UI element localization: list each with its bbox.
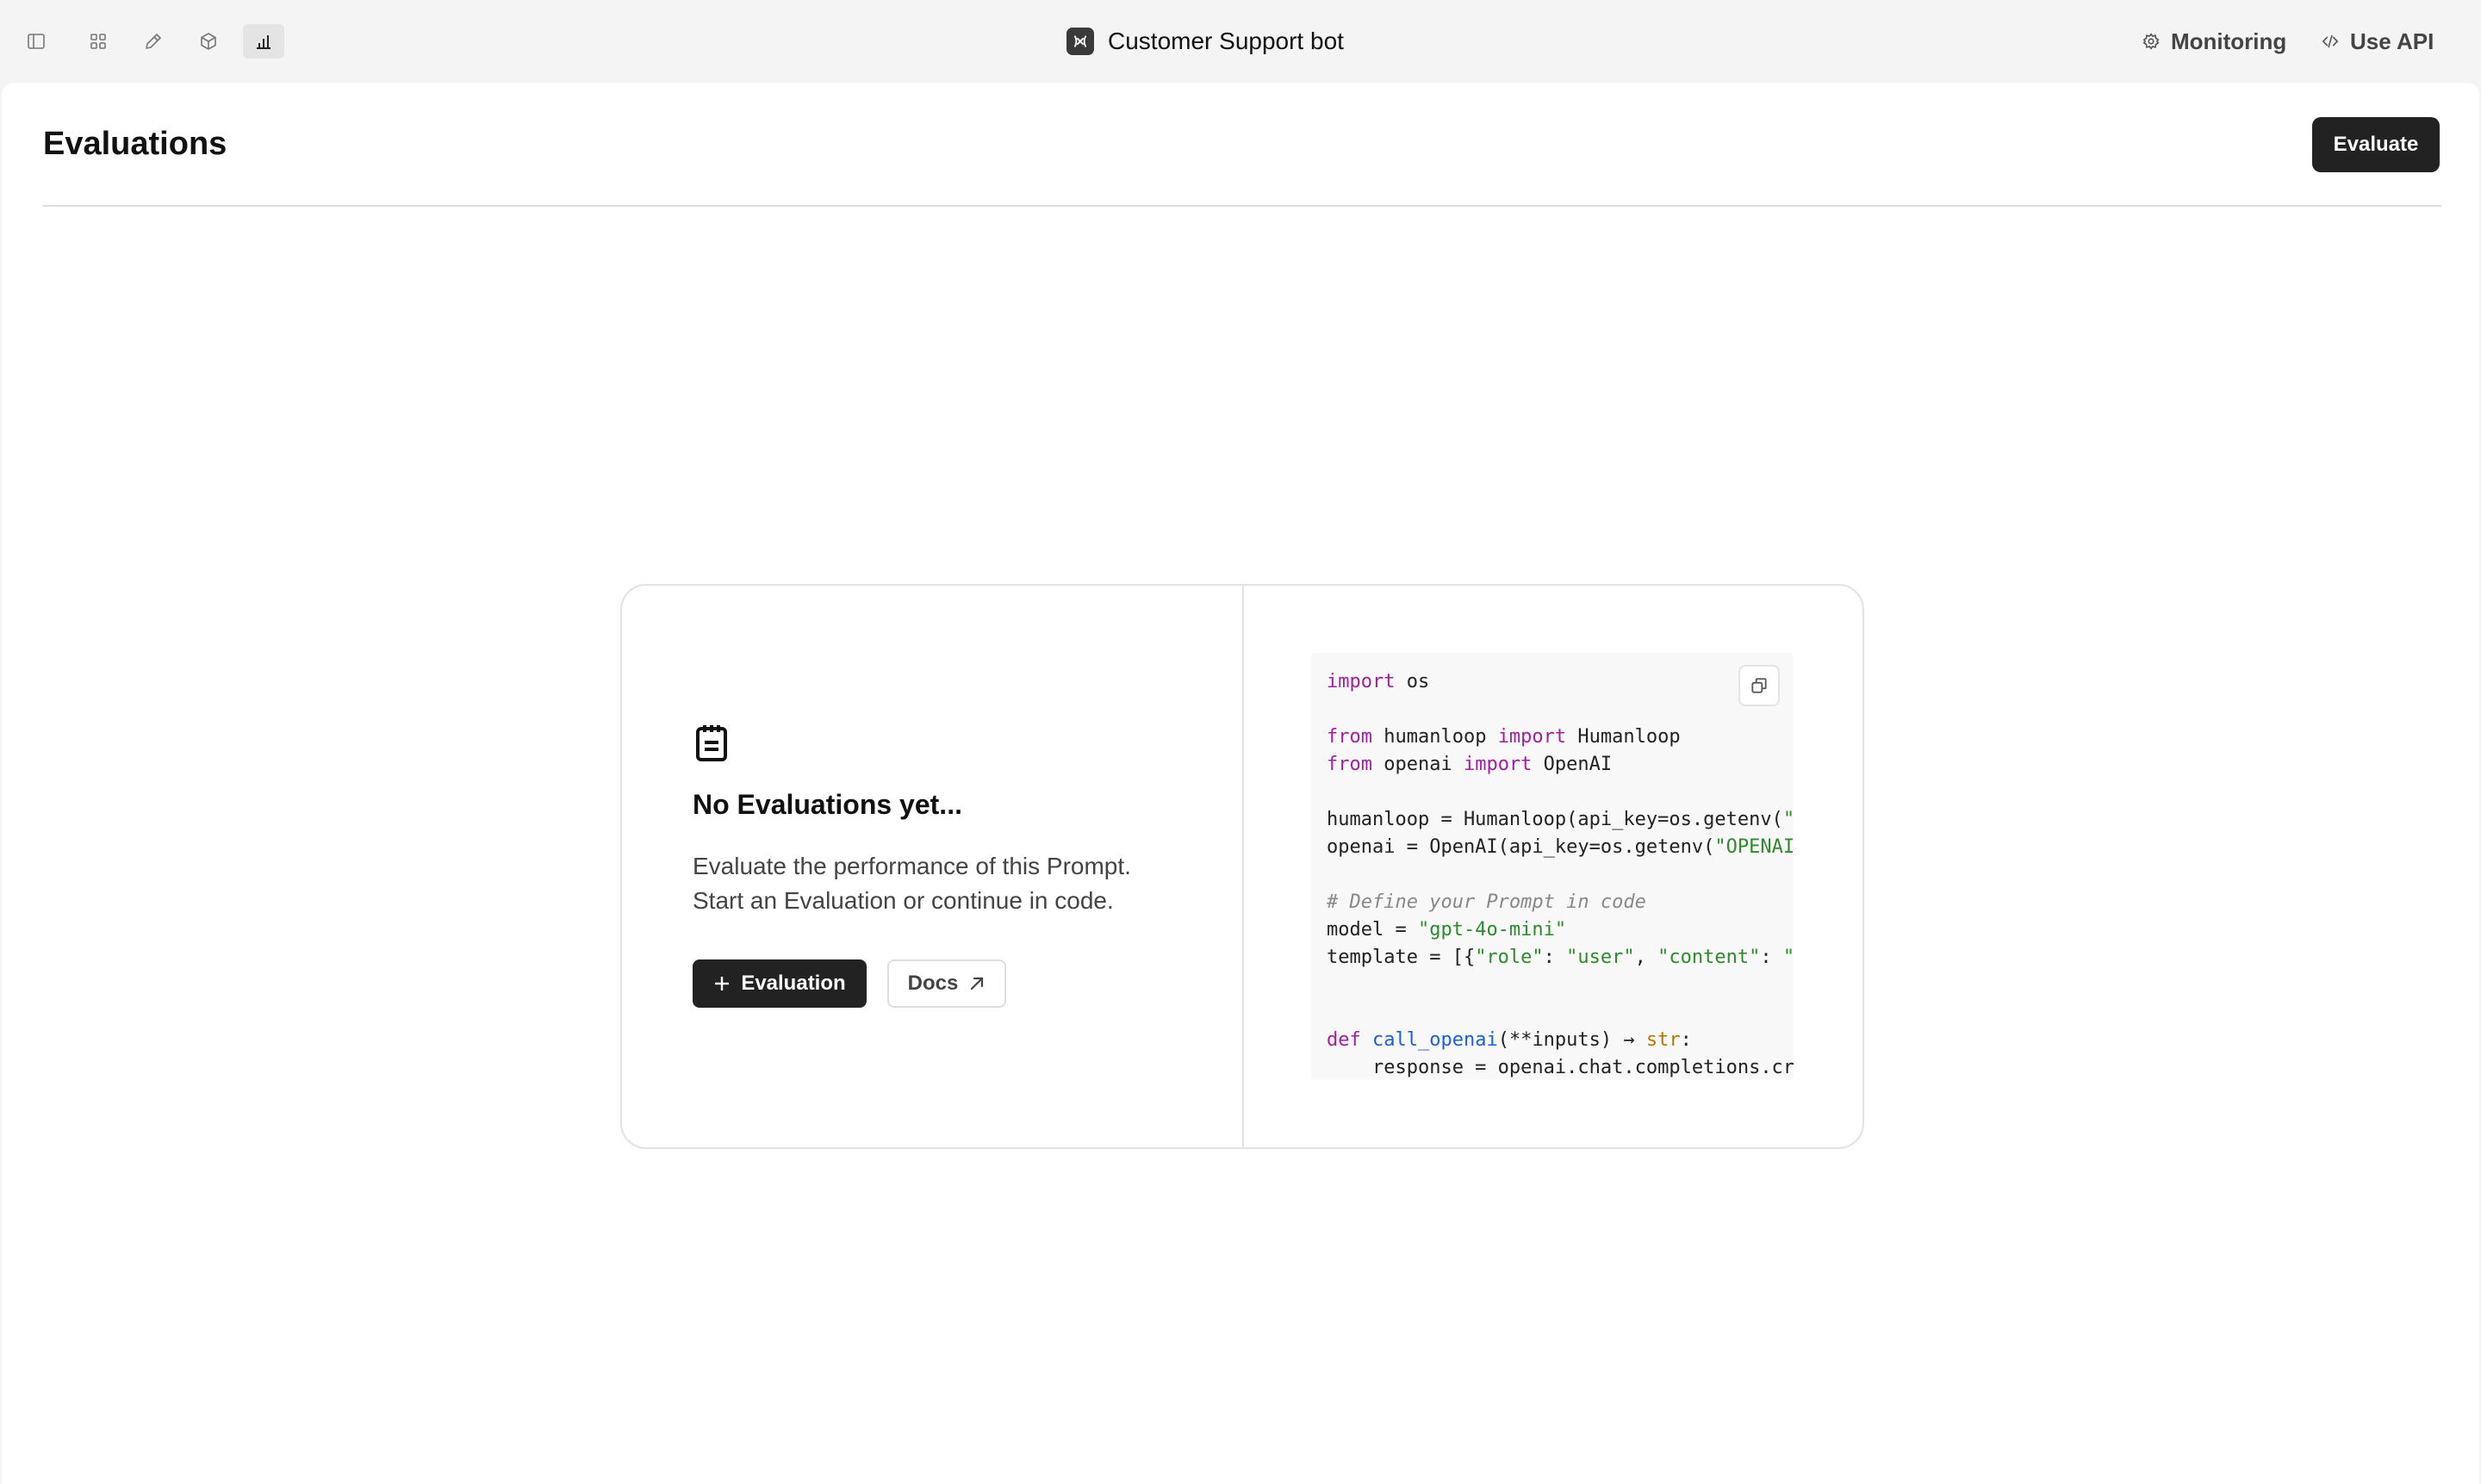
code-token: import: [1497, 726, 1567, 748]
app-title[interactable]: Customer Support bot: [1066, 25, 1344, 58]
use-api-label: Use API: [2350, 28, 2434, 54]
code-token: import: [1327, 671, 1396, 692]
code-token: "role": [1475, 947, 1544, 968]
app-title-label: Customer Support bot: [1108, 28, 1344, 54]
evaluations-button[interactable]: [243, 24, 284, 59]
docs-button[interactable]: Docs: [887, 959, 1006, 1008]
code-token: model =: [1327, 919, 1418, 941]
cube-icon: [201, 33, 216, 50]
code-token: :: [1760, 947, 1783, 968]
code-token: ": [1782, 809, 1794, 830]
pencil-icon: [146, 34, 161, 49]
top-bar: Customer Support bot Monitoring Use API: [0, 0, 2481, 81]
bar-chart-icon: [257, 35, 270, 49]
copy-icon: [1751, 678, 1767, 693]
code-token: "gpt-4o-mini": [1417, 919, 1567, 941]
code-token: os: [1395, 671, 1430, 692]
code-token: Humanloop: [1566, 726, 1681, 748]
code-token: str: [1645, 1029, 1681, 1051]
add-evaluation-button[interactable]: Evaluation: [693, 959, 867, 1008]
grid-icon: [90, 34, 106, 49]
docs-label: Docs: [907, 972, 959, 995]
evaluate-button[interactable]: Evaluate: [2312, 117, 2440, 172]
code-token: def: [1327, 1029, 1361, 1051]
empty-state-description: Evaluate the performance of this Prompt.…: [693, 849, 1192, 918]
code-token: call_openai: [1372, 1029, 1498, 1051]
code-icon: [2322, 34, 2339, 48]
card-divider: [1242, 586, 1244, 1147]
code-token: import: [1463, 754, 1533, 775]
prompt-logo-icon: [1066, 28, 1094, 55]
code-content: import os from humanloop import Humanloo…: [1311, 653, 1794, 1080]
header-divider: [43, 205, 2441, 207]
sidebar-toggle-button[interactable]: [16, 24, 57, 59]
page-title: Evaluations: [43, 126, 227, 162]
empty-state-description-line: Evaluate the performance of this Prompt.: [693, 853, 1131, 879]
code-token: humanloop: [1371, 726, 1498, 748]
code-token: from: [1327, 726, 1372, 748]
empty-state-description-line: Start an Evaluation or continue in code.: [693, 887, 1114, 914]
code-token: :: [1680, 1029, 1692, 1051]
main-panel: Evaluations Evaluate No Evaluations yet.…: [2, 83, 2479, 1484]
grid-button[interactable]: [78, 24, 119, 59]
code-token: openai: [1371, 754, 1464, 775]
empty-state-card: No Evaluations yet... Evaluate the perfo…: [620, 584, 1864, 1149]
clipboard-icon: [696, 725, 727, 761]
monitoring-label: Monitoring: [2171, 28, 2287, 54]
arrow-up-right-icon: [971, 977, 984, 990]
empty-state-title: No Evaluations yet...: [693, 789, 962, 820]
copy-code-button[interactable]: [1738, 665, 1780, 706]
code-snippet[interactable]: import os from humanloop import Humanloo…: [1311, 653, 1794, 1080]
code-token: OpenAI: [1532, 754, 1613, 775]
code-token: "content": [1657, 947, 1761, 968]
editor-button[interactable]: [133, 24, 174, 59]
code-token: from: [1327, 754, 1372, 775]
code-token: "OPENAI: [1714, 836, 1794, 858]
code-token: humanloop = Humanloop(api_key=os.getenv(: [1327, 809, 1783, 830]
code-token: openai = OpenAI(api_key=os.getenv(: [1327, 836, 1715, 858]
code-token: "user": [1566, 947, 1635, 968]
plus-icon: [715, 977, 730, 990]
code-token: ,: [1634, 947, 1658, 968]
code-token: template = [{: [1327, 947, 1476, 968]
code-token: (**inputs) →: [1497, 1029, 1646, 1051]
code-token: response = openai.chat.completions.cr: [1327, 1057, 1794, 1078]
gear-icon: [2142, 33, 2160, 50]
code-token: :: [1543, 947, 1567, 968]
use-api-link[interactable]: Use API: [2321, 25, 2434, 58]
code-comment: # Define your Prompt in code: [1327, 891, 1646, 913]
code-token: ": [1782, 947, 1794, 968]
monitoring-link[interactable]: Monitoring: [2142, 25, 2286, 58]
sidebar-toggle-icon: [28, 34, 45, 49]
add-evaluation-label: Evaluation: [741, 972, 846, 995]
versions-button[interactable]: [188, 24, 229, 59]
